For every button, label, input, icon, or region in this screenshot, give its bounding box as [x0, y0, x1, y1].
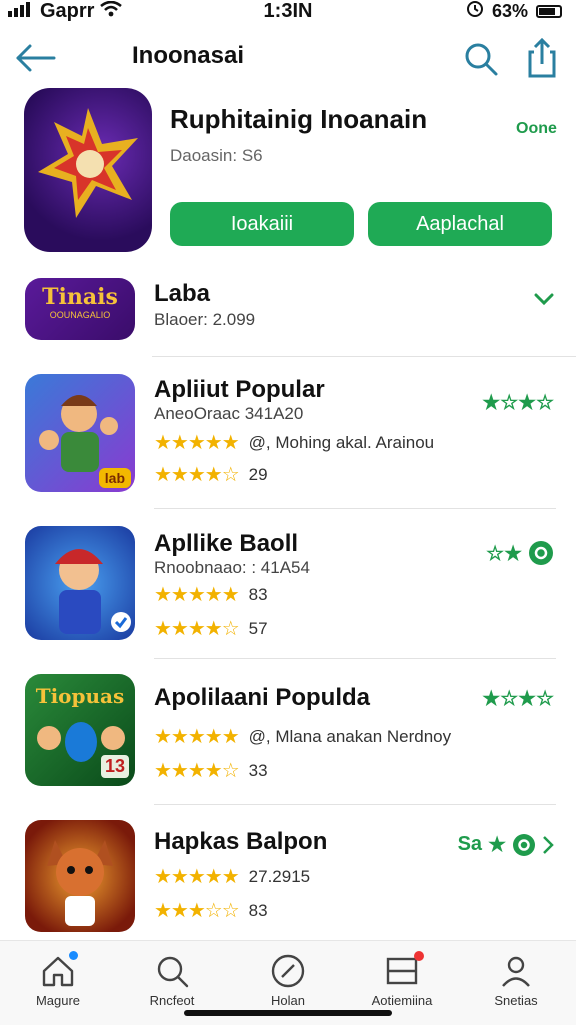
tab-label: Magure — [35, 993, 81, 1008]
star-icon: ★ — [488, 834, 506, 856]
featured-app-badge: Oone — [516, 120, 557, 137]
nav-bar: Inoonasai — [0, 36, 576, 80]
compass-icon — [270, 953, 306, 989]
row-4-rating-line: ★★★★★ 27.2915 — [154, 864, 310, 889]
rating-stars: ★★★★☆ — [154, 618, 240, 640]
secondary-action-button[interactable]: Aaplachal — [368, 202, 552, 246]
icon-badge: 13 — [100, 755, 129, 778]
rating-stars: ★★★★☆ — [154, 760, 240, 782]
tab-search[interactable]: Rncfeot — [122, 947, 222, 1017]
row-3-rating-line-2: ★★★★☆ 33 — [154, 758, 268, 783]
app-icon-row-3[interactable]: Tiopuas 13 — [25, 674, 135, 786]
share-button[interactable] — [522, 36, 562, 80]
app-icon-title: Tinais — [42, 284, 118, 310]
chevron-down-icon — [534, 293, 554, 306]
at-circle-icon — [513, 833, 535, 856]
app-icon-featured[interactable] — [24, 88, 152, 252]
tab-label: Rncfeot — [149, 993, 195, 1008]
app-icon-row-4[interactable] — [25, 820, 135, 932]
divider — [152, 356, 576, 357]
app-icon-row-2[interactable] — [25, 526, 135, 640]
app-icon-title: Tiopuas — [35, 684, 125, 708]
tab-updates[interactable]: Aotiemiina — [352, 947, 452, 1017]
row-1-rating-line-2: ★★★★☆ 29 — [154, 462, 268, 487]
row-2-right[interactable]: ☆★ — [486, 540, 554, 566]
hero-character-icon — [55, 549, 131, 634]
rating-stars: ★★★★★ — [154, 584, 240, 606]
search-button[interactable] — [462, 40, 500, 78]
primary-action-button[interactable]: Ioakaiii — [170, 202, 354, 246]
chevron-right-icon — [543, 835, 554, 854]
rating-count: 29 — [248, 464, 268, 484]
tab-label: Aotiemiina — [371, 993, 433, 1008]
rating-count: 27.2915 — [248, 866, 311, 886]
row-0-title: Laba — [154, 280, 211, 307]
row-3-rating-line: ★★★★★ @, Mlana anakan Nerdnoy — [154, 724, 451, 749]
at-circle-icon — [529, 541, 553, 565]
tab-home[interactable]: Magure — [8, 947, 108, 1017]
star-burst-icon — [38, 108, 138, 218]
app-icon-row-0[interactable]: Tinais OOUNAGALIO — [25, 278, 135, 340]
tab-account[interactable]: Snetias — [466, 947, 566, 1017]
app-icon-row-1[interactable]: lab — [25, 374, 135, 492]
featured-app-subtitle: Daoasin: S6 — [170, 146, 263, 165]
tab-label: Holan — [271, 993, 305, 1008]
row-1-title: Apliiut Popular — [154, 376, 325, 403]
rating-stars-green: ★☆★☆ — [482, 688, 554, 710]
row-4-right[interactable]: Sa ★ — [458, 832, 554, 857]
rating-count: 33 — [248, 760, 268, 780]
back-button[interactable] — [14, 40, 58, 76]
rating-count: 83 — [248, 900, 268, 920]
search-icon — [154, 953, 190, 989]
app-icon-subtitle: OOUNAGALIO — [49, 310, 111, 320]
rating-stars-green: ★☆★☆ — [482, 392, 554, 414]
status-bar: Gaprr 1:3IN 63% — [0, 0, 576, 28]
row-2-title: Apllike Baoll — [154, 530, 299, 557]
home-icon — [40, 951, 78, 989]
back-arrow-icon — [16, 44, 56, 72]
row-3-title: Apolilaani Populda — [154, 684, 371, 711]
row-4-rating-line-2: ★★★☆☆ 83 — [154, 898, 268, 923]
search-icon — [465, 43, 498, 76]
status-right: 63% — [466, 0, 562, 23]
rating-stars: ★★★★☆ — [154, 464, 240, 486]
rating-stars: ★★★☆☆ — [154, 900, 240, 922]
row-2-rating-line: ★★★★★ 83 — [154, 582, 268, 607]
row-1-sub: AneoOraac 341A20 — [154, 404, 304, 423]
row-3-right-stars[interactable]: ★☆★☆ — [482, 686, 554, 711]
divider — [154, 658, 556, 659]
rating-count: 83 — [248, 584, 268, 604]
expand-button[interactable] — [534, 292, 554, 306]
row-2-rating-line-2: ★★★★☆ 57 — [154, 616, 268, 641]
alarm-icon — [466, 0, 484, 23]
person-icon — [498, 953, 534, 989]
row-4-right-text: Sa — [457, 833, 483, 855]
divider — [154, 508, 556, 509]
share-icon — [528, 37, 556, 78]
row-4-title: Hapkas Balpon — [154, 828, 328, 855]
page-title: Inoonasai — [132, 42, 245, 69]
battery-icon — [536, 5, 562, 18]
tab-label: Snetias — [494, 993, 538, 1008]
rating-text: @, Mlana anakan Nerdnoy — [248, 726, 452, 746]
cat-character-icon — [47, 840, 113, 926]
tab-explore[interactable]: Holan — [238, 947, 338, 1017]
battery-percent: 63% — [491, 1, 528, 21]
featured-app-name: Ruphitainig Inoanain — [170, 104, 428, 134]
rating-stars: ★★★★★ — [154, 866, 240, 888]
rating-count: 57 — [248, 618, 268, 638]
row-1-rating-line: ★★★★★ @, Mohing akal. Arainou — [154, 430, 434, 455]
row-2-sub: Rnoobnaao: : 41A54 — [154, 558, 310, 577]
row-0-sub: Blaoer: 2.099 — [154, 310, 256, 329]
rating-stars: ★★★★★ — [154, 726, 240, 748]
rating-stars: ★★★★★ — [154, 432, 240, 454]
inbox-icon — [384, 951, 424, 989]
icon-label: lab — [98, 468, 131, 488]
home-indicator — [184, 1010, 392, 1016]
divider — [154, 804, 556, 805]
row-1-right-stars[interactable]: ★☆★☆ — [482, 390, 554, 415]
rating-stars-green: ☆★ — [486, 542, 522, 565]
rating-text: @, Mohing akal. Arainou — [248, 432, 435, 452]
